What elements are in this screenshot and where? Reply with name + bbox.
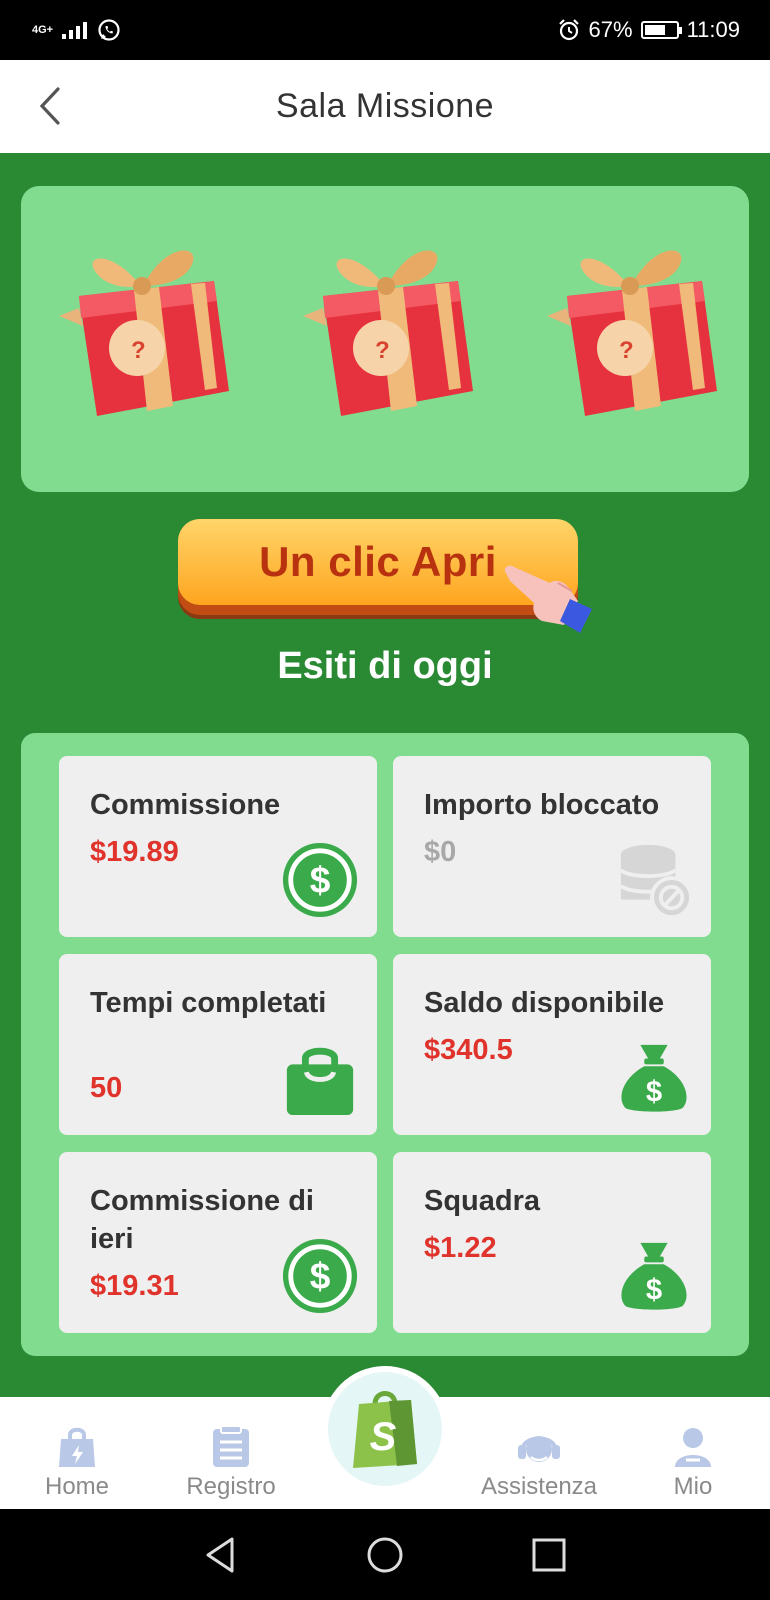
- stat-value: $19.31: [90, 1270, 179, 1302]
- stat-card-available-balance: Saldo disponibile $340.5 $: [393, 954, 711, 1135]
- svg-text:$: $: [310, 859, 331, 901]
- shop-bag-s-icon: S: [353, 1391, 417, 1468]
- svg-text:$: $: [646, 1274, 662, 1306]
- stat-card-frozen: Importo bloccato $0: [393, 756, 711, 937]
- gift-box-3[interactable]: ?: [527, 226, 737, 436]
- dollar-coin-icon: $: [282, 1238, 358, 1314]
- network-type: 4G+: [32, 23, 54, 36]
- svg-text:$: $: [646, 1076, 662, 1108]
- stat-value: $0: [424, 836, 457, 868]
- money-bag-icon: $: [621, 1044, 687, 1112]
- whatsapp-icon: [98, 19, 120, 41]
- battery-percent: 67%: [588, 17, 633, 42]
- pointing-hand-icon: [504, 565, 592, 633]
- gift-box-1[interactable]: ?: [39, 226, 249, 436]
- home-bag-icon: [59, 1427, 95, 1467]
- back-button[interactable]: [30, 86, 70, 126]
- stat-label: Commissione: [90, 789, 281, 821]
- svg-text:$: $: [310, 1255, 331, 1297]
- shop-mark: S: [370, 1415, 397, 1459]
- shopping-bag-icon: [286, 1047, 354, 1116]
- header: Sala Missione: [0, 60, 770, 153]
- gift-box-2[interactable]: ?: [283, 226, 493, 436]
- gift-mark: ?: [619, 337, 634, 364]
- back-triangle-icon[interactable]: [196, 1531, 244, 1579]
- gift-box-icon: ?: [547, 250, 717, 416]
- stat-label: Importo bloccato: [424, 789, 660, 821]
- stat-label: Tempi completati: [90, 987, 327, 1019]
- nav-item-assistenza[interactable]: Assistenza: [469, 1425, 609, 1501]
- nav-item-registro[interactable]: Registro: [161, 1425, 301, 1501]
- signal-icon: [62, 22, 88, 39]
- frozen-coins-icon: [619, 844, 693, 919]
- stat-card-completed: Tempi completati 50: [59, 954, 377, 1135]
- gift-panel: ? ? ?: [21, 186, 749, 492]
- alarm-icon: [558, 19, 579, 41]
- gift-box-icon: ?: [59, 250, 229, 416]
- clipboard-icon: [213, 1425, 249, 1467]
- headset-icon: [518, 1436, 560, 1462]
- dollar-coin-icon: $: [282, 842, 358, 918]
- money-bag-icon: $: [621, 1242, 687, 1310]
- stat-value: 50: [90, 1072, 123, 1104]
- user-icon: [675, 1428, 711, 1467]
- home-circle-icon[interactable]: [361, 1531, 409, 1579]
- status-left: 4G+: [32, 18, 121, 42]
- stat-label: Squadra: [424, 1185, 541, 1217]
- nav-label: Mio: [673, 1473, 713, 1500]
- recents-square-icon[interactable]: [525, 1531, 573, 1579]
- stat-card-team: Squadra $1.22 $: [393, 1152, 711, 1333]
- system-nav: [0, 1509, 770, 1600]
- gift-box-icon: ?: [303, 250, 473, 416]
- stat-label: Saldo disponibile: [424, 987, 665, 1019]
- open-all-button[interactable]: Un clic Apri: [168, 513, 592, 633]
- nav-item-mio[interactable]: Mio: [623, 1425, 763, 1501]
- stat-card-commission: Commissione $19.89 $: [59, 756, 377, 937]
- status-bar: 4G+ 67% 11:09: [0, 0, 770, 60]
- nav-label: Assistenza: [480, 1473, 598, 1500]
- page-title: Sala Missione: [275, 87, 495, 125]
- results-title: Esiti di oggi: [277, 645, 493, 687]
- stat-value: $340.5: [424, 1034, 513, 1066]
- stat-card-yesterday-commission: Commissione di ieri $19.31 $: [59, 1152, 377, 1333]
- gift-mark: ?: [375, 337, 390, 364]
- nav-label: Home: [44, 1473, 110, 1500]
- gift-mark: ?: [131, 337, 146, 364]
- battery-icon: [640, 21, 682, 39]
- nav-item-home[interactable]: Home: [7, 1425, 147, 1501]
- nav-label: Registro: [186, 1473, 276, 1500]
- shop-center-button[interactable]: S: [328, 1372, 442, 1486]
- clock: 11:09: [686, 17, 740, 42]
- stat-value: $19.89: [90, 836, 179, 868]
- chevron-left-icon: [39, 87, 60, 125]
- stat-value: $1.22: [424, 1232, 497, 1264]
- status-right: 67% 11:09: [557, 17, 740, 43]
- stats-panel: Commissione $19.89 $ Importo bloccato $0: [21, 733, 749, 1356]
- open-button-label: Un clic Apri: [259, 538, 497, 585]
- mission-hall: ? ? ? Un clic Apri Esiti di oggi Commiss…: [0, 153, 770, 1397]
